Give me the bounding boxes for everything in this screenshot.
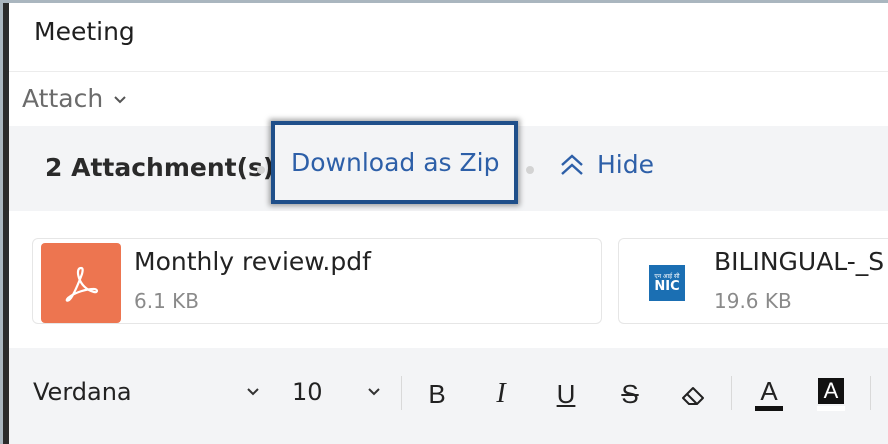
separator-dot <box>257 166 265 174</box>
font-color-icon: A <box>755 378 783 411</box>
font-color-button[interactable]: A <box>749 372 789 416</box>
attachment-size: 6.1 KB <box>134 289 199 313</box>
attach-row: Attach <box>9 72 888 126</box>
attachment-name: Monthly review.pdf <box>134 247 371 276</box>
chevron-down-icon[interactable] <box>245 386 261 398</box>
font-size-value: 10 <box>292 378 323 406</box>
toolbar-divider <box>731 376 732 410</box>
subject-row[interactable]: Meeting <box>9 3 888 72</box>
background-color-icon: A <box>817 377 845 411</box>
strikethrough-button[interactable]: S <box>610 372 650 416</box>
nic-logo-icon: एन आई सी NIC <box>649 265 685 301</box>
pdf-thumbnail <box>41 243 121 323</box>
chevron-down-icon[interactable] <box>366 386 382 398</box>
italic-button[interactable]: I <box>481 372 521 416</box>
attach-button[interactable]: Attach <box>22 84 127 113</box>
chevron-down-icon <box>114 95 126 103</box>
separator-dot <box>526 166 534 174</box>
eraser-icon <box>682 387 704 405</box>
download-zip-button[interactable]: Download as Zip <box>271 121 518 204</box>
hide-attachments-button[interactable]: Hide <box>559 150 654 179</box>
italic-icon: I <box>496 378 506 409</box>
attachment-card[interactable]: Monthly review.pdf 6.1 KB <box>32 238 602 324</box>
attachment-list: Monthly review.pdf 6.1 KB एन आई सी NIC B… <box>9 211 888 348</box>
font-color-swatch <box>755 405 783 411</box>
download-zip-label: Download as Zip <box>291 148 500 177</box>
bold-button[interactable]: B <box>417 372 457 416</box>
font-family-value: Verdana <box>33 378 132 406</box>
hide-label: Hide <box>597 150 654 179</box>
attachment-card[interactable]: एन आई सी NIC BILINGUAL-_S 19.6 KB <box>618 238 888 324</box>
font-family-select[interactable]: Verdana <box>33 378 132 406</box>
background-color-button[interactable]: A <box>811 372 851 416</box>
attachment-count: 2 Attachment(s) <box>45 153 275 182</box>
double-chevron-up-icon <box>561 153 583 175</box>
attachment-name: BILINGUAL-_S <box>714 247 885 276</box>
format-toolbar: Verdana 10 B I U S A A <box>9 348 888 444</box>
underline-button[interactable]: U <box>546 372 586 416</box>
attachment-size: 19.6 KB <box>714 289 792 313</box>
clear-format-button[interactable] <box>673 372 713 416</box>
pdf-icon <box>65 266 99 302</box>
underline-icon: U <box>556 378 576 409</box>
attach-label: Attach <box>22 84 104 113</box>
font-size-select[interactable]: 10 <box>292 378 323 406</box>
strikethrough-icon: S <box>621 378 639 409</box>
compose-window: Meeting Attach 2 Attachment(s) Download … <box>3 3 888 444</box>
attachments-bar: 2 Attachment(s) Download as Zip Hide <box>9 121 888 211</box>
subject-text[interactable]: Meeting <box>34 17 135 46</box>
nic-thumbnail: एन आई सी NIC <box>627 243 707 323</box>
toolbar-divider <box>401 376 402 410</box>
bold-icon: B <box>428 378 446 409</box>
background-color-swatch <box>817 405 845 411</box>
toolbar-divider <box>870 376 871 410</box>
